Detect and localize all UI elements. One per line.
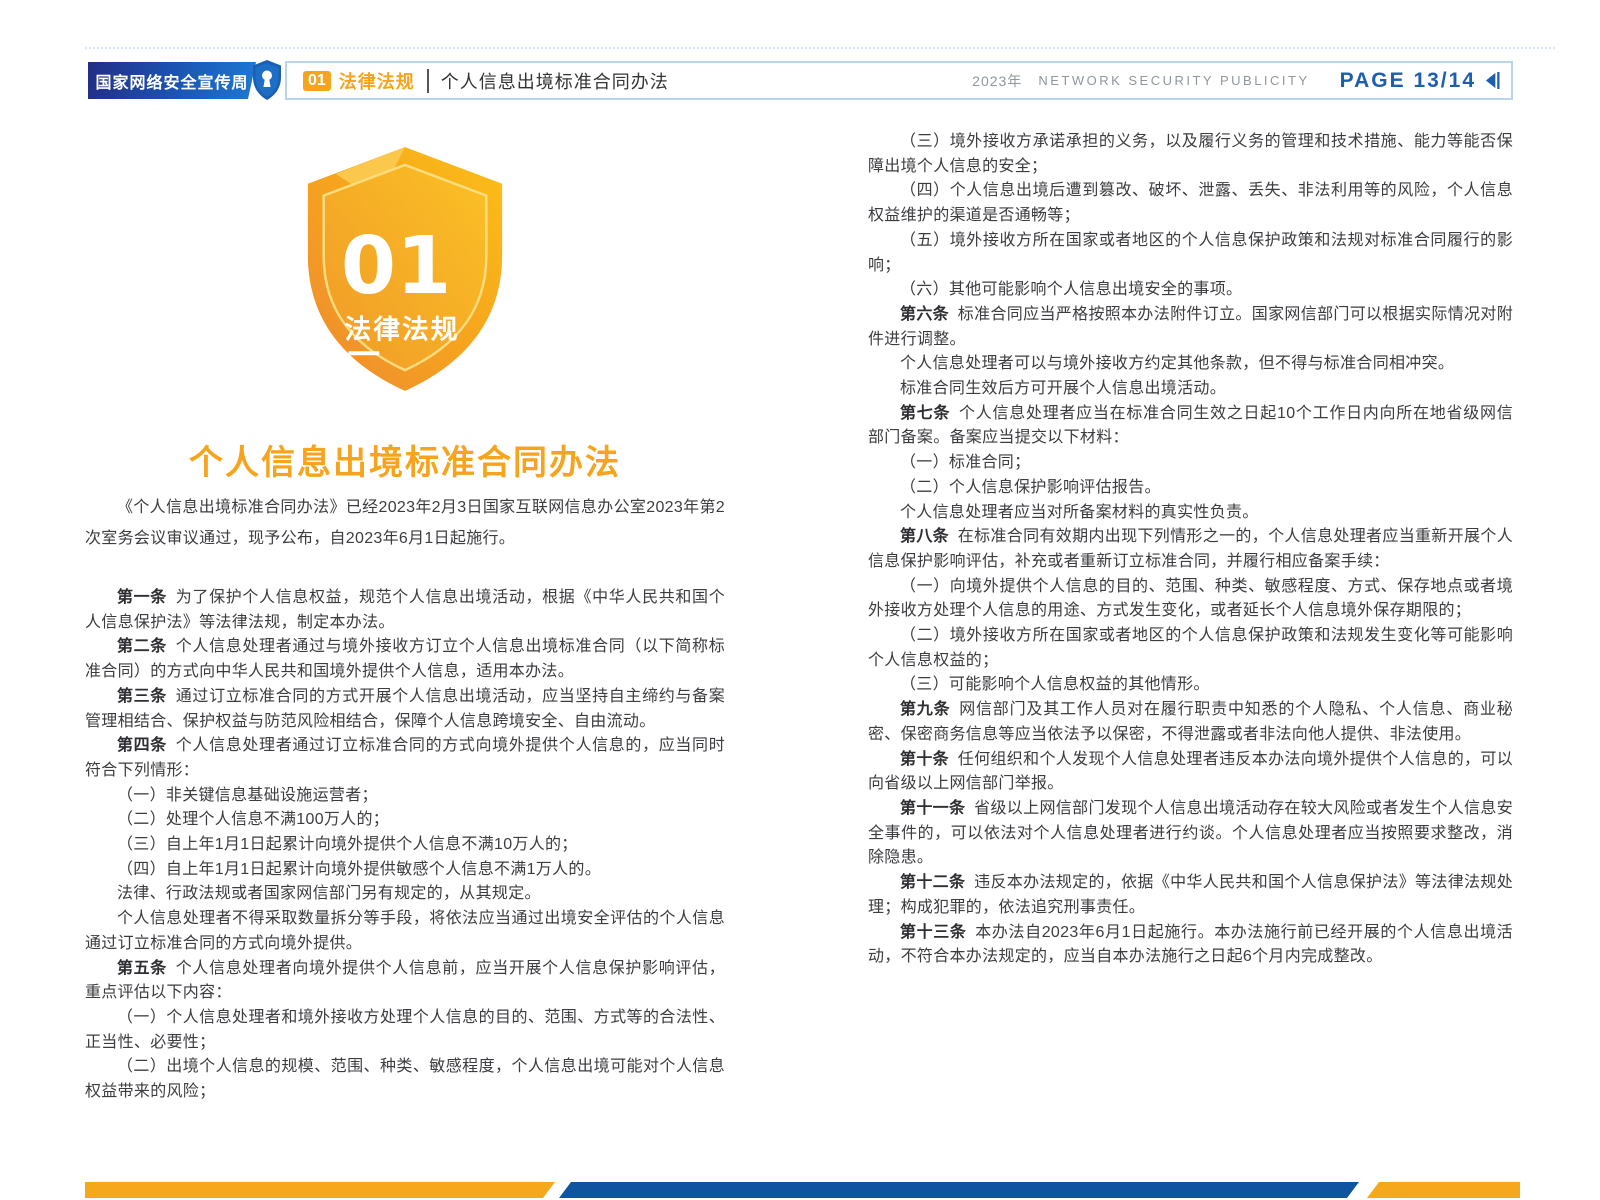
paragraph: （二）处理个人信息不满100万人的； — [85, 808, 725, 833]
article-number: 第一条 — [117, 589, 167, 606]
hero-shield-graphic: 01 法律法规 — [85, 144, 725, 399]
article-number: 第二条 — [117, 638, 167, 655]
paragraph: 个人信息处理者不得采取数量拆分等手段，将依法应当通过出境安全评估的个人信息通过订… — [85, 907, 725, 956]
article-number: 第九条 — [900, 701, 950, 718]
paragraph: 标准合同生效后方可开展个人信息出境活动。 — [868, 377, 1513, 402]
article-column-left: 第一条为了保护个人信息权益，规范个人信息出境活动，根据《中华人民共和国个人信息保… — [85, 586, 725, 1105]
paragraph: 第七条个人信息处理者应当在标准合同生效之日起10个工作日内向所在地省级网信部门备… — [868, 402, 1513, 451]
paragraph: 第三条通过订立标准合同的方式开展个人信息出境活动，应当坚持自主缔约与备案管理相结… — [85, 685, 725, 734]
top-dotted-rule — [85, 47, 1555, 49]
hero-shield-label: 法律法规 — [345, 314, 460, 344]
paragraph: （三）自上年1月1日起累计向境外提供个人信息不满10万人的； — [85, 833, 725, 858]
article-number: 第八条 — [900, 528, 949, 545]
header-document-title: 个人信息出境标准合同办法 — [441, 68, 669, 94]
header-year: 2023年 — [972, 71, 1022, 91]
section-number-chip: 01 — [303, 71, 331, 91]
paragraph: （三）可能影响个人信息权益的其他情形。 — [868, 673, 1513, 698]
paragraph: 第一条为了保护个人信息权益，规范个人信息出境活动，根据《中华人民共和国个人信息保… — [85, 586, 725, 635]
paragraph: （四）个人信息出境后遭到篡改、破坏、泄露、丢失、非法利用等的风险，个人信息权益维… — [868, 179, 1513, 228]
article-intro: 《个人信息出境标准合同办法》已经2023年2月3日国家互联网信息办公室2023年… — [85, 492, 725, 554]
paragraph: 第十二条违反本办法规定的，依据《中华人民共和国个人信息保护法》等法律法规处理；构… — [868, 871, 1513, 920]
paragraph: 第二条个人信息处理者通过与境外接收方订立个人信息出境标准合同（以下简称标准合同）… — [85, 635, 725, 684]
article-title: 个人信息出境标准合同办法 — [85, 435, 725, 484]
paragraph: （二）境外接收方所在国家或者地区的个人信息保护政策和法规发生变化等可能影响个人信… — [868, 624, 1513, 673]
article-number: 第十一条 — [900, 800, 965, 817]
program-badge-label: 国家网络安全宣传周 — [95, 69, 248, 93]
paragraph: （一）非关键信息基础设施运营者； — [85, 784, 725, 809]
paragraph: 第四条个人信息处理者通过订立标准合同的方式向境外提供个人信息的，应当同时符合下列… — [85, 734, 725, 783]
article-number: 第十二条 — [900, 874, 965, 891]
prev-page-icon[interactable] — [1484, 71, 1501, 90]
paragraph: 第十条任何组织和个人发现个人信息处理者违反本办法向境外提供个人信息的，可以向省级… — [868, 748, 1513, 797]
program-badge: 国家网络安全宣传周 — [88, 62, 256, 99]
paragraph: 第八条在标准合同有效期内出现下列情形之一的，个人信息处理者应当重新开展个人信息保… — [868, 525, 1513, 574]
header-strip: 01 法律法规 个人信息出境标准合同办法 2023年 NETWORK SECUR… — [285, 61, 1513, 100]
section-label: 法律法规 — [339, 68, 415, 94]
header-divider — [427, 69, 429, 93]
paragraph: （二）出境个人信息的规模、范围、种类、敏感程度，个人信息出境可能对个人信息权益带… — [85, 1055, 725, 1104]
paragraph: （一）标准合同； — [868, 451, 1513, 476]
hero-shield-number: 01 — [341, 219, 451, 312]
paragraph: （一）向境外提供个人信息的目的、范围、种类、敏感程度、方式、保存地点或者境外接收… — [868, 575, 1513, 624]
article-column-right: （三）境外接收方承诺承担的义务，以及履行义务的管理和技术措施、能力等能否保障出境… — [868, 130, 1513, 970]
shield-lock-icon — [252, 59, 282, 101]
header-right-group: 2023年 NETWORK SECURITY PUBLICITY PAGE 13… — [972, 69, 1501, 93]
footer-stripe-orange-left — [85, 1182, 555, 1198]
paragraph: 个人信息处理者可以与境外接收方约定其他条款，但不得与标准合同相冲突。 — [868, 352, 1513, 377]
paragraph: 第九条网信部门及其工作人员对在履行职责中知悉的个人隐私、个人信息、商业秘密、保密… — [868, 698, 1513, 747]
paragraph: （六）其他可能影响个人信息出境安全的事项。 — [868, 278, 1513, 303]
header-left-group: 01 法律法规 个人信息出境标准合同办法 — [303, 68, 669, 94]
paragraph: 第五条个人信息处理者向境外提供个人信息前，应当开展个人信息保护影响评估，重点评估… — [85, 957, 725, 1006]
paragraph: 第十三条本办法自2023年6月1日起施行。本办法施行前已经开展的个人信息出境活动… — [868, 921, 1513, 970]
article-number: 第十三条 — [900, 924, 966, 941]
paragraph: 个人信息处理者应当对所备案材料的真实性负责。 — [868, 501, 1513, 526]
paragraph: 法律、行政法规或者国家网信部门另有规定的，从其规定。 — [85, 882, 725, 907]
paragraph: 第十一条省级以上网信部门发现个人信息出境活动存在较大风险或者发生个人信息安全事件… — [868, 797, 1513, 871]
article-number: 第六条 — [900, 306, 949, 323]
hero-shield-dash — [348, 351, 379, 355]
paragraph: （五）境外接收方所在国家或者地区的个人信息保护政策和法规对标准合同履行的影响； — [868, 229, 1513, 278]
header-publicity-en: NETWORK SECURITY PUBLICITY — [1038, 73, 1309, 88]
paragraph: 第六条标准合同应当严格按照本办法附件订立。国家网信部门可以根据实际情况对附件进行… — [868, 303, 1513, 352]
footer-stripe-blue — [559, 1182, 1359, 1198]
article-number: 第三条 — [117, 688, 167, 705]
footer-stripe-orange-right — [1367, 1182, 1520, 1198]
paragraph: （四）自上年1月1日起累计向境外提供敏感个人信息不满1万人的。 — [85, 858, 725, 883]
paragraph: （三）境外接收方承诺承担的义务，以及履行义务的管理和技术措施、能力等能否保障出境… — [868, 130, 1513, 179]
paragraph: （二）个人信息保护影响评估报告。 — [868, 476, 1513, 501]
page-indicator: PAGE 13/14 — [1340, 69, 1476, 93]
article-number: 第十条 — [900, 751, 949, 768]
article-number: 第五条 — [117, 960, 167, 977]
article-number: 第四条 — [117, 737, 167, 754]
paragraph: （一）个人信息处理者和境外接收方处理个人信息的目的、范围、方式等的合法性、正当性… — [85, 1006, 725, 1055]
article-number: 第七条 — [900, 405, 950, 422]
